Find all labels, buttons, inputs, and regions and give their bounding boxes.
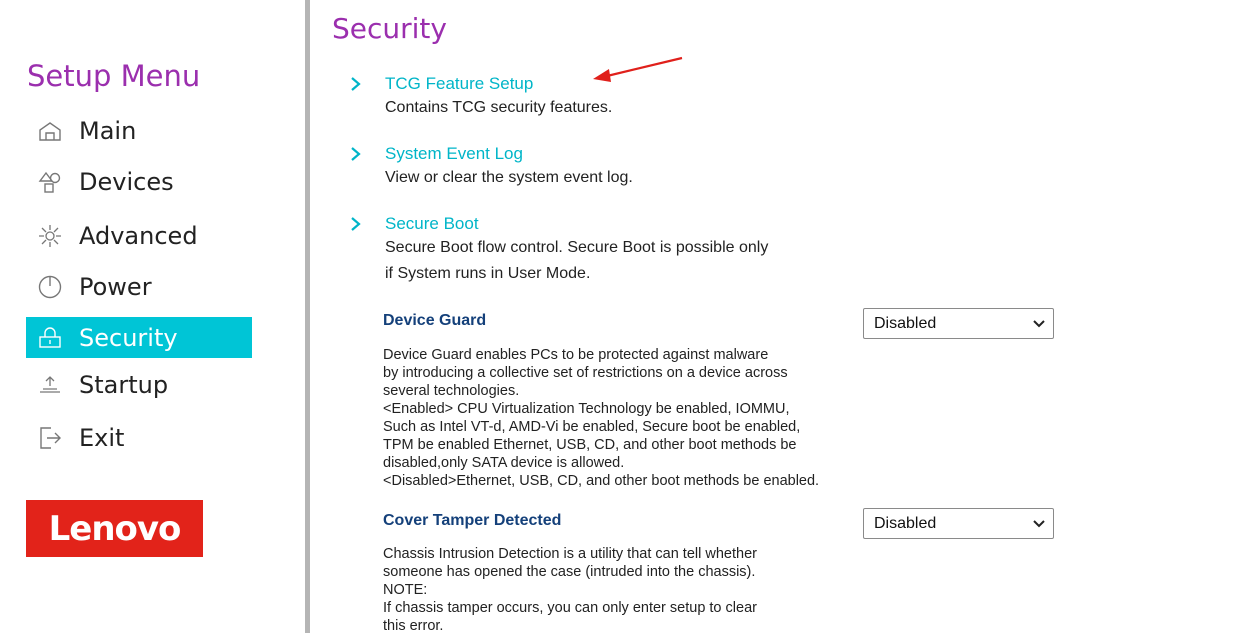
devices-icon (37, 169, 63, 195)
chevron-down-icon (1033, 519, 1045, 527)
cover-tamper-select[interactable]: Disabled (863, 508, 1054, 539)
description-line: Chassis Intrusion Detection is a utility… (383, 546, 757, 562)
sidebar-item-main[interactable]: Main (26, 110, 252, 151)
sidebar-item-advanced[interactable]: Advanced (26, 215, 252, 256)
sidebar-item-startup[interactable]: Startup (26, 364, 252, 405)
chevron-right-icon (349, 144, 363, 164)
chevron-right-icon (349, 74, 363, 94)
description-line: <Disabled>Ethernet, USB, CD, and other b… (383, 473, 820, 489)
device-guard-description: Device Guard enables PCs to be protected… (383, 346, 819, 490)
startup-icon (37, 372, 63, 398)
description-line: If chassis tamper occurs, you can only e… (383, 600, 757, 616)
description-line: by introducing a collective set of restr… (383, 365, 788, 381)
submenu-description: View or clear the system event log. (385, 169, 633, 186)
device-guard-select[interactable]: Disabled (863, 308, 1054, 339)
power-icon (37, 274, 63, 300)
description-line: <Enabled> CPU Virtualization Technology … (383, 401, 790, 417)
page-title: Security (332, 12, 447, 45)
submenu-link[interactable]: System Event Log (385, 144, 523, 164)
submenu-description: Secure Boot flow control. Secure Boot is… (385, 239, 769, 256)
sidebar-item-label: Power (79, 272, 152, 301)
sidebar-item-exit[interactable]: Exit (26, 417, 252, 458)
sidebar-item-label: Security (79, 323, 178, 352)
lenovo-logo: Lenovo (26, 500, 203, 557)
submenu-description: Contains TCG security features. (385, 99, 613, 116)
cover-tamper-label: Cover Tamper Detected (383, 512, 562, 529)
description-line: several technologies. (383, 383, 520, 399)
select-value: Disabled (874, 514, 937, 532)
description-line: Such as Intel VT-d, AMD-Vi be enabled, S… (383, 419, 801, 435)
sidebar-item-security[interactable]: Security (26, 317, 252, 358)
security-icon (37, 325, 63, 351)
description-line: this error. (383, 618, 444, 634)
annotation-arrow-icon (593, 56, 683, 82)
sidebar-title: Setup Menu (27, 59, 201, 93)
exit-icon (37, 425, 63, 451)
sidebar-item-devices[interactable]: Devices (26, 161, 252, 202)
sidebar-item-label: Advanced (79, 221, 198, 250)
description-line: TPM be enabled Ethernet, USB, CD, and ot… (383, 437, 797, 453)
description-line: someone has opened the case (intruded in… (383, 564, 756, 580)
submenu-link[interactable]: Secure Boot (385, 214, 479, 234)
sidebar-item-power[interactable]: Power (26, 266, 252, 307)
sidebar-item-label: Exit (79, 423, 125, 452)
sidebar: Setup Menu Main Devices Advanced Power S… (0, 0, 305, 633)
cover-tamper-description: Chassis Intrusion Detection is a utility… (383, 545, 757, 635)
device-guard-label: Device Guard (383, 312, 487, 329)
sidebar-item-label: Devices (79, 167, 174, 196)
sidebar-item-label: Main (79, 116, 137, 145)
description-line: NOTE: (383, 582, 428, 598)
chevron-down-icon (1033, 319, 1045, 327)
chevron-right-icon (349, 214, 363, 234)
logo-text: Lenovo (48, 508, 182, 549)
home-icon (37, 118, 63, 144)
sidebar-item-label: Startup (79, 370, 169, 399)
select-value: Disabled (874, 314, 937, 332)
advanced-icon (37, 223, 63, 249)
submenu-description: if System runs in User Mode. (385, 265, 591, 282)
submenu-link[interactable]: TCG Feature Setup (385, 74, 533, 94)
description-line: Device Guard enables PCs to be protected… (383, 347, 769, 363)
description-line: disabled,only SATA device is allowed. (383, 455, 625, 471)
sidebar-divider (305, 0, 310, 633)
